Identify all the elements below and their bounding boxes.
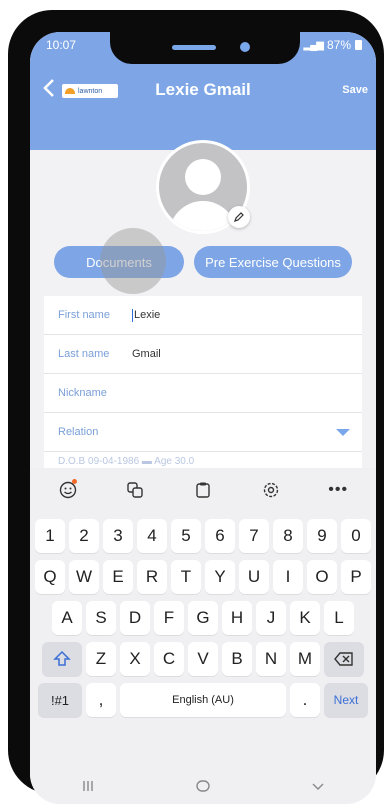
letter-key[interactable]: H <box>222 601 252 635</box>
clipboard-icon <box>196 482 210 498</box>
number-key[interactable]: 6 <box>205 519 235 553</box>
number-key[interactable]: 7 <box>239 519 269 553</box>
next-key[interactable]: Next <box>324 683 368 717</box>
letter-key[interactable]: G <box>188 601 218 635</box>
letter-key[interactable]: F <box>154 601 184 635</box>
backspace-key[interactable] <box>324 642 364 676</box>
letter-key[interactable]: X <box>120 642 150 676</box>
camera-dot <box>240 42 250 52</box>
shift-key[interactable] <box>42 642 82 676</box>
avatar-body-icon <box>169 201 237 231</box>
number-key[interactable]: 5 <box>171 519 201 553</box>
status-right: ▂▄▆ 87% <box>303 38 362 52</box>
number-key[interactable]: 1 <box>35 519 65 553</box>
screen: lawnton Lexie Gmail Save 10:07 ▂▄▆ 87% D… <box>30 32 376 804</box>
nickname-label: Nickname <box>58 387 107 399</box>
touch-indicator <box>100 228 166 294</box>
profile-form: First name Lexie Last name Gmail Nicknam… <box>44 296 362 468</box>
letter-row-1: QWERTYUIOP <box>30 560 376 594</box>
settings-button[interactable] <box>256 475 286 505</box>
letter-key[interactable]: Y <box>205 560 235 594</box>
number-key[interactable]: 3 <box>103 519 133 553</box>
last-name-row[interactable]: Last name Gmail <box>44 335 362 374</box>
save-button[interactable]: Save <box>342 84 368 96</box>
signal-icon: ▂▄▆ <box>303 39 324 51</box>
letter-key[interactable]: B <box>222 642 252 676</box>
camera-notch <box>110 32 300 64</box>
more-options-icon[interactable]: ••• <box>323 475 353 505</box>
letter-key[interactable]: E <box>103 560 133 594</box>
letter-key[interactable]: C <box>154 642 184 676</box>
letter-key[interactable]: Z <box>86 642 116 676</box>
emoji-button[interactable] <box>53 475 83 505</box>
backspace-icon <box>334 652 353 666</box>
number-row: 1234567890 <box>30 519 376 553</box>
pre-exercise-questions-button[interactable]: Pre Exercise Questions <box>194 246 352 278</box>
number-key[interactable]: 0 <box>341 519 371 553</box>
letter-key[interactable]: T <box>171 560 201 594</box>
letter-key[interactable]: U <box>239 560 269 594</box>
recent-apps-icon[interactable] <box>80 778 96 794</box>
battery-text: 87% <box>326 38 351 52</box>
page-title: Lexie Gmail <box>155 80 251 99</box>
first-name-label: First name <box>58 309 110 321</box>
first-name-row[interactable]: First name Lexie <box>44 296 362 335</box>
letter-key[interactable]: V <box>188 642 218 676</box>
last-name-input[interactable]: Gmail <box>132 348 161 360</box>
letter-key[interactable]: P <box>341 560 371 594</box>
letter-key[interactable]: N <box>256 642 286 676</box>
shift-icon <box>53 650 71 666</box>
edit-icon <box>234 212 244 222</box>
nickname-row[interactable]: Nickname <box>44 374 362 413</box>
first-name-input[interactable]: Lexie <box>134 309 160 321</box>
bottom-row: !#1 , English (AU) . Next <box>30 683 376 717</box>
letter-key[interactable]: L <box>324 601 354 635</box>
letter-key[interactable]: J <box>256 601 286 635</box>
phone-frame: lawnton Lexie Gmail Save 10:07 ▂▄▆ 87% D… <box>8 10 384 804</box>
letter-key[interactable]: I <box>273 560 303 594</box>
settings-icon <box>263 482 278 498</box>
letter-key[interactable]: Q <box>35 560 65 594</box>
letter-key[interactable]: W <box>69 560 99 594</box>
period-key[interactable]: . <box>290 683 320 717</box>
translate-icon <box>127 482 144 498</box>
relation-row[interactable]: Relation <box>44 413 362 452</box>
comma-key[interactable]: , <box>86 683 116 717</box>
letter-key[interactable]: R <box>137 560 167 594</box>
letter-key[interactable]: M <box>290 642 320 676</box>
chevron-down-icon[interactable] <box>336 429 350 436</box>
last-name-label: Last name <box>58 348 110 360</box>
text-caret <box>132 308 133 322</box>
space-key[interactable]: English (AU) <box>120 683 286 717</box>
symbols-key[interactable]: !#1 <box>38 683 82 717</box>
number-key[interactable]: 4 <box>137 519 167 553</box>
number-key[interactable]: 8 <box>273 519 303 553</box>
clipboard-button[interactable] <box>188 475 218 505</box>
edit-photo-button[interactable] <box>228 206 250 228</box>
battery-icon <box>355 40 362 50</box>
keyboard: ••• 1234567890 QWERTYUIOP ASDFGHJKL ZXCV… <box>30 468 376 804</box>
number-key[interactable]: 9 <box>307 519 337 553</box>
avatar-head-icon <box>185 159 221 195</box>
translate-button[interactable] <box>120 475 150 505</box>
letter-row-3: ZXCVBNM <box>30 642 376 676</box>
letter-key[interactable]: O <box>307 560 337 594</box>
keyboard-toolbar: ••• <box>30 468 376 512</box>
letter-key[interactable]: A <box>52 601 82 635</box>
notification-dot <box>71 479 77 484</box>
letter-key[interactable]: S <box>86 601 116 635</box>
letter-row-2: ASDFGHJKL <box>30 601 376 635</box>
letter-key[interactable]: D <box>120 601 150 635</box>
relation-label: Relation <box>58 426 99 438</box>
letter-key[interactable]: K <box>290 601 320 635</box>
speaker-pill <box>172 45 216 50</box>
system-nav-bar <box>30 768 376 804</box>
status-time: 10:07 <box>46 38 77 52</box>
hide-keyboard-icon[interactable] <box>310 778 326 794</box>
number-key[interactable]: 2 <box>69 519 99 553</box>
home-icon[interactable] <box>195 778 211 794</box>
